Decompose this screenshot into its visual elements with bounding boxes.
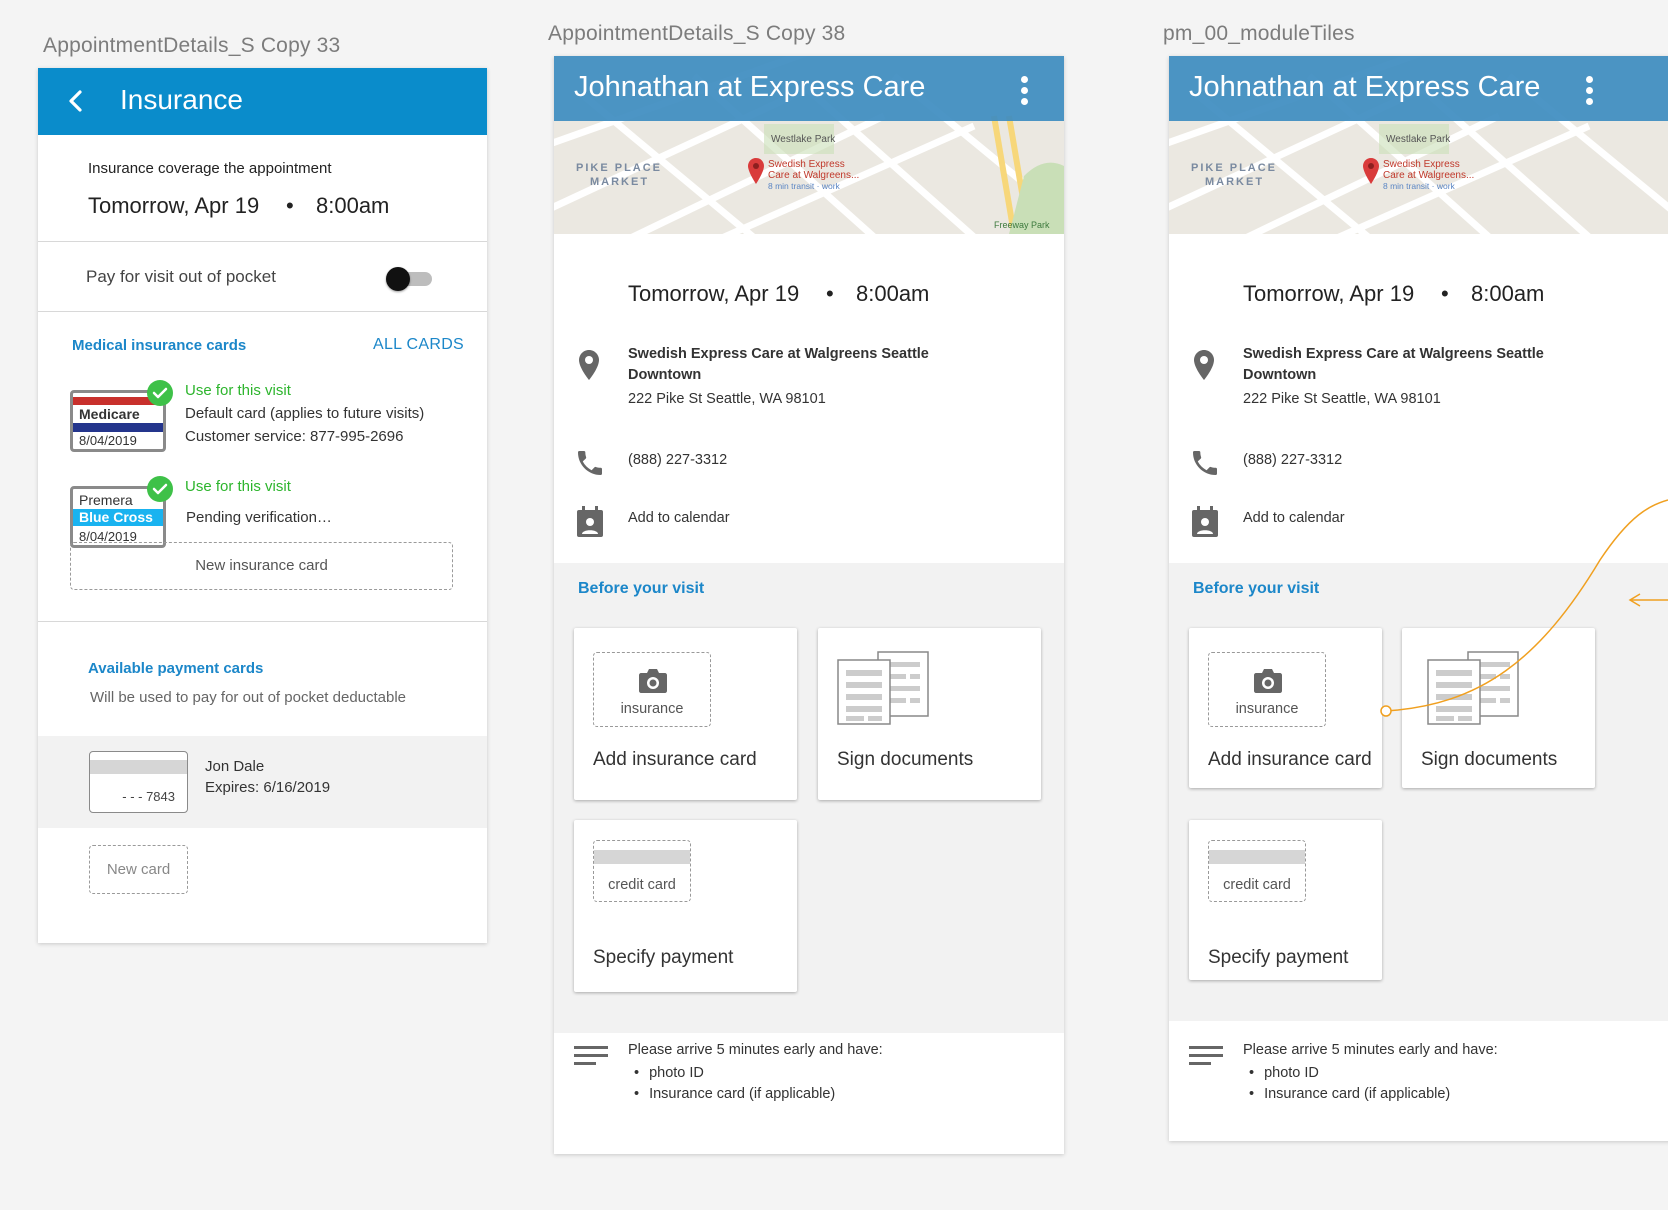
prototype-link-connector [1380,499,1668,717]
